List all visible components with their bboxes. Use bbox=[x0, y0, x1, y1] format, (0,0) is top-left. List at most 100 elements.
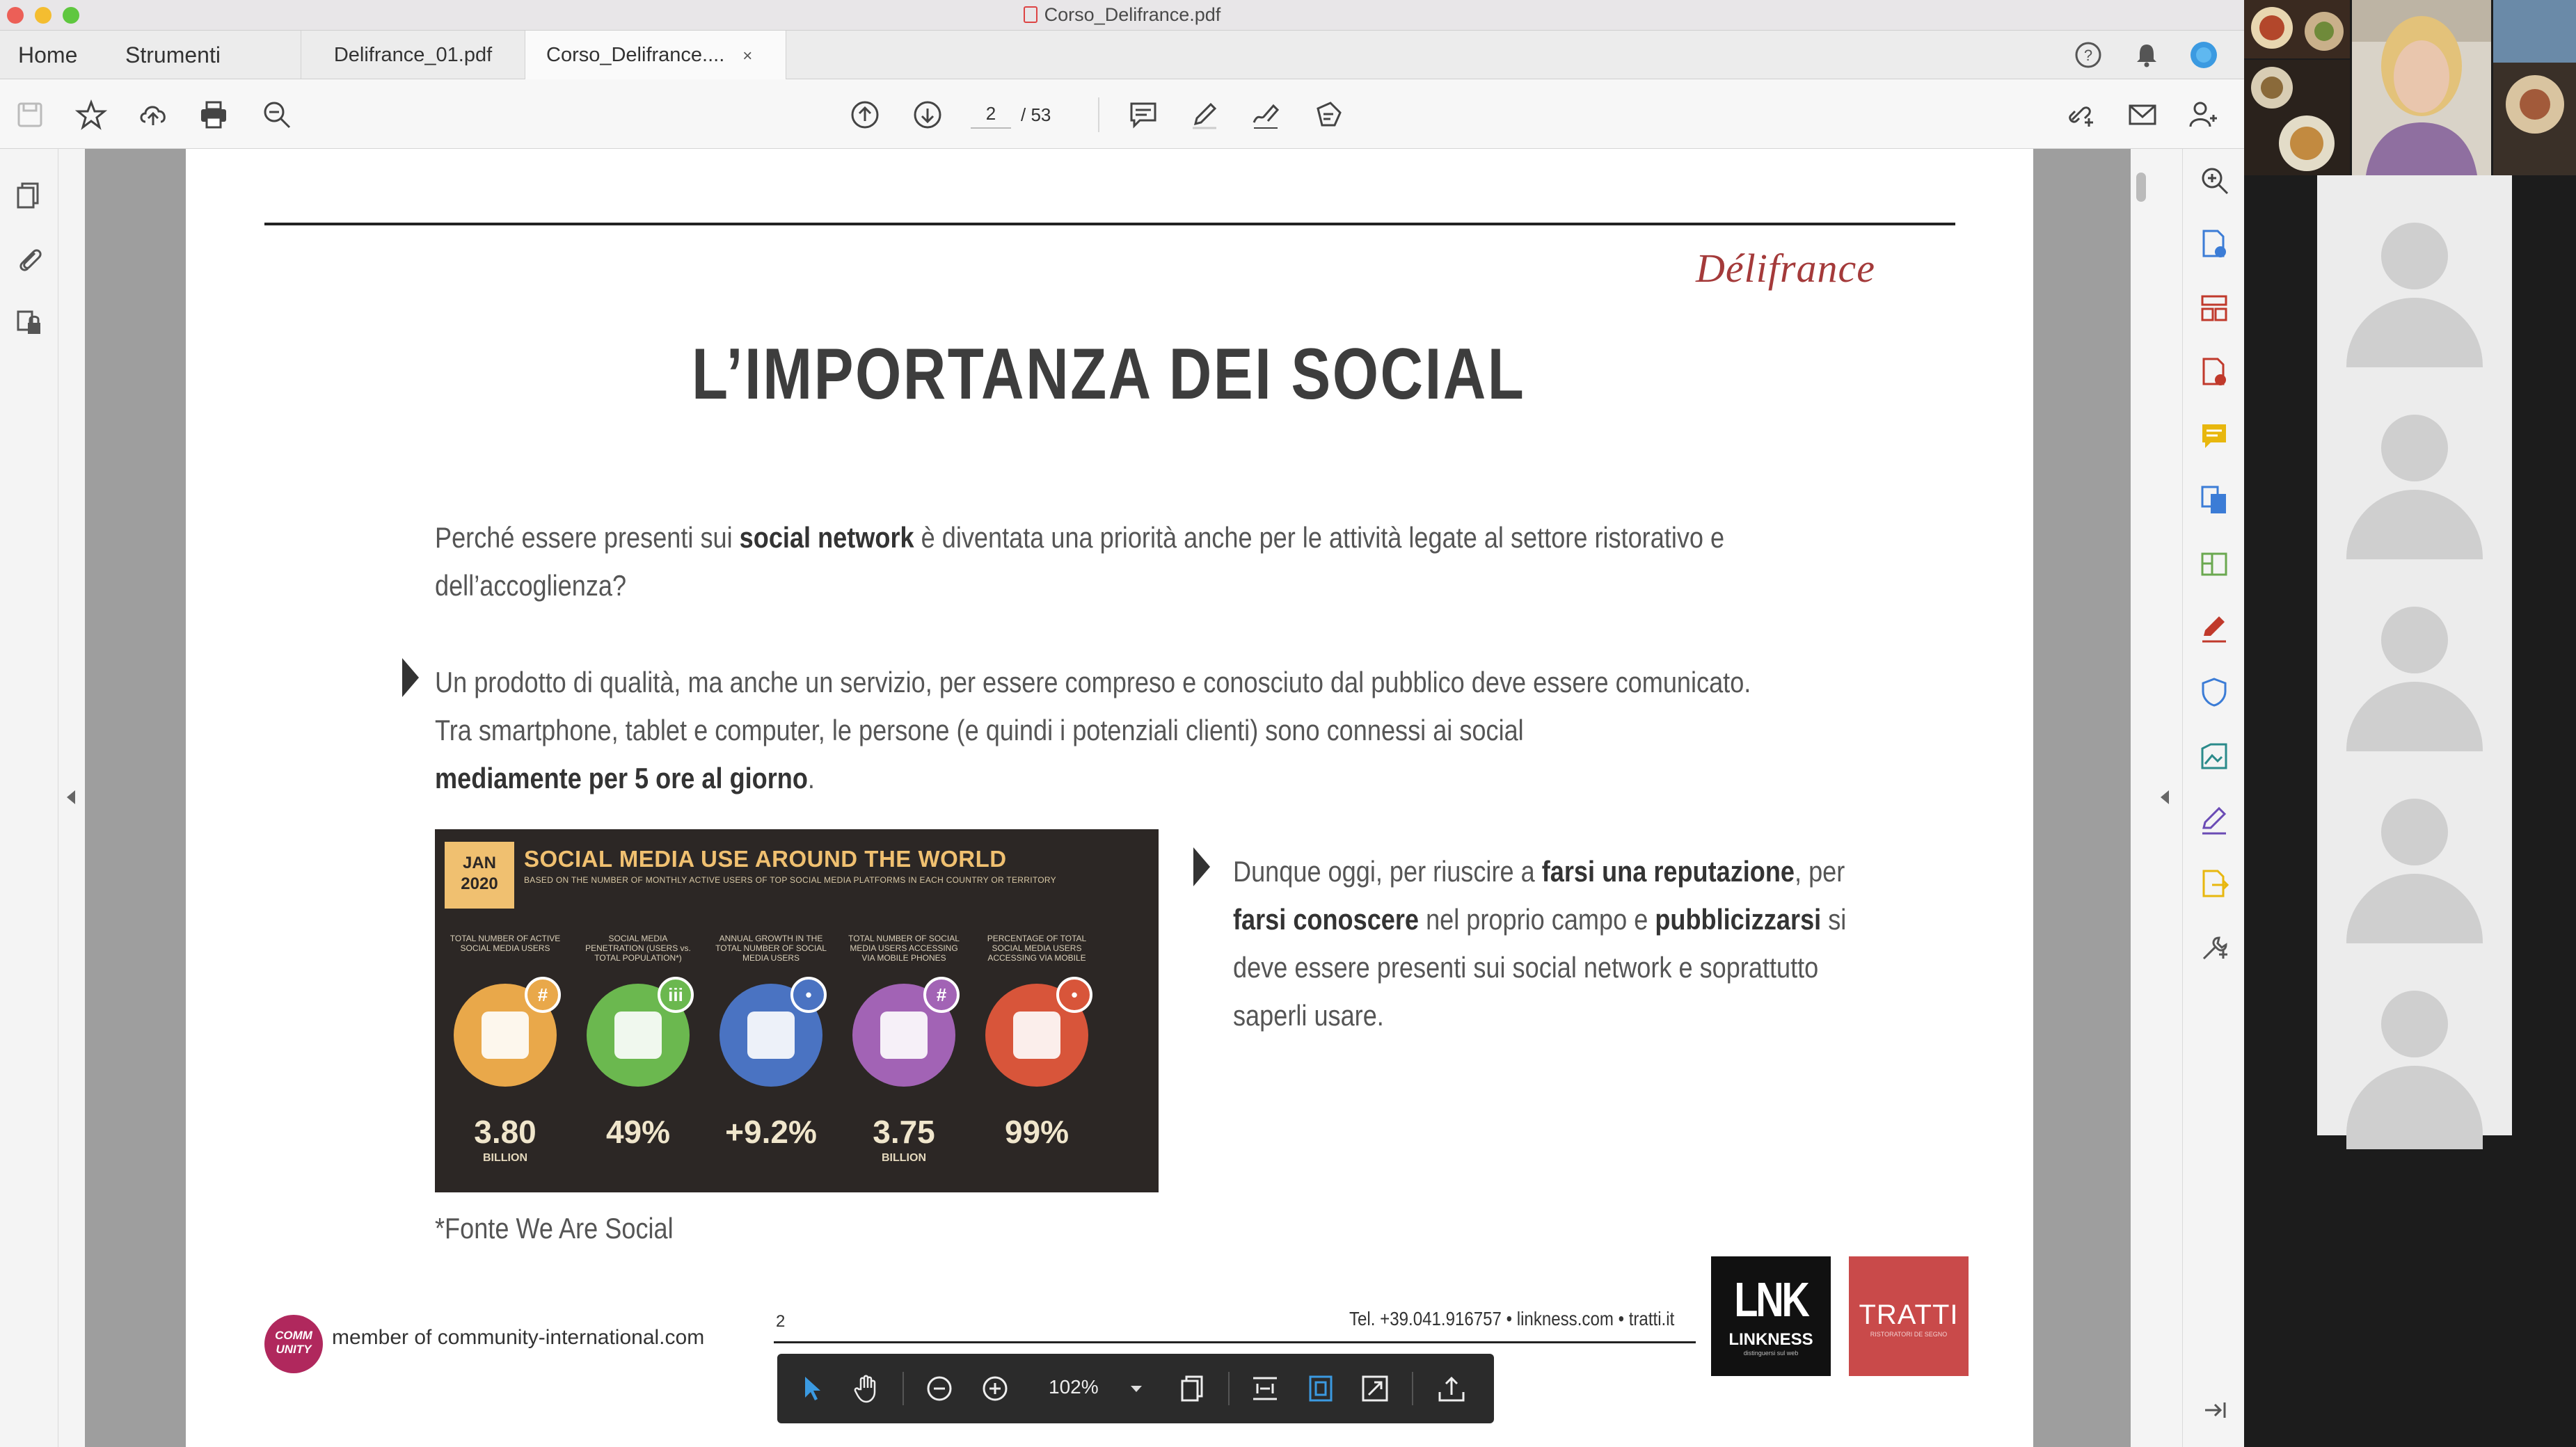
toolbar-divider bbox=[1228, 1372, 1230, 1405]
participant-avatar[interactable] bbox=[2317, 559, 2512, 765]
mail-icon[interactable] bbox=[2126, 99, 2158, 131]
social-media-infographic: JAN 2020 SOCIAL MEDIA USE AROUND THE WOR… bbox=[435, 829, 1159, 1192]
edit-image-icon[interactable] bbox=[2198, 740, 2230, 772]
tratti-logo: TRATTI RISTORATORI DE SEGNO bbox=[1849, 1256, 1969, 1376]
signature-icon[interactable] bbox=[2198, 804, 2230, 836]
scrollbar-thumb[interactable] bbox=[2136, 173, 2146, 202]
metric-label: TOTAL NUMBER OF ACTIVE SOCIAL MEDIA USER… bbox=[450, 934, 561, 953]
pages-icon[interactable] bbox=[14, 179, 45, 210]
star-icon[interactable] bbox=[75, 99, 107, 131]
metric-label: PERCENTAGE OF TOTAL SOCIAL MEDIA USERS A… bbox=[987, 934, 1087, 963]
protect-icon[interactable] bbox=[2198, 676, 2230, 708]
tab-document-active[interactable]: Corso_Delifrance.... × bbox=[525, 31, 786, 79]
add-user-icon[interactable] bbox=[2188, 99, 2220, 131]
participant-video[interactable] bbox=[2493, 0, 2576, 175]
zoom-in-circle-icon[interactable] bbox=[979, 1373, 1011, 1405]
right-tools-rail bbox=[2182, 149, 2244, 1447]
participant-avatar[interactable] bbox=[2317, 367, 2512, 573]
avatar-head-icon bbox=[2381, 415, 2448, 481]
zoom-out-icon[interactable] bbox=[261, 99, 293, 131]
header-rule bbox=[264, 223, 1955, 225]
avatar-body-icon bbox=[2346, 1066, 2483, 1149]
share-link-icon[interactable] bbox=[2064, 99, 2096, 131]
print-icon[interactable] bbox=[198, 99, 230, 131]
delifrance-logo: Délifrance bbox=[1696, 246, 1876, 291]
organize-icon[interactable] bbox=[2198, 292, 2230, 324]
expand-panel-icon[interactable] bbox=[2198, 1394, 2230, 1426]
page-up-icon[interactable] bbox=[849, 99, 881, 131]
page-view-icon[interactable] bbox=[1177, 1373, 1209, 1405]
account-avatar-icon[interactable] bbox=[2189, 40, 2218, 70]
export-pdf-icon[interactable] bbox=[2198, 228, 2230, 260]
floating-toolbar: 102% bbox=[777, 1354, 1494, 1423]
sign-icon[interactable] bbox=[1250, 99, 1282, 131]
active-speaker-video[interactable] bbox=[2352, 0, 2491, 175]
avatar-head-icon bbox=[2381, 799, 2448, 865]
tab-bar: Home Strumenti Delifrance_01.pdf Corso_D… bbox=[0, 31, 2244, 79]
stamp-icon[interactable] bbox=[1312, 99, 1344, 131]
svg-text:?: ? bbox=[2084, 47, 2092, 64]
participant-avatar[interactable] bbox=[2317, 751, 2512, 957]
participant-avatar[interactable] bbox=[2317, 943, 2512, 1149]
create-pdf-icon[interactable] bbox=[2198, 356, 2230, 388]
lock-pages-icon[interactable] bbox=[14, 307, 45, 338]
full-screen-icon[interactable] bbox=[1359, 1373, 1391, 1405]
comment-note-icon[interactable] bbox=[2198, 420, 2230, 452]
community-text: member of community-international.com bbox=[332, 1326, 705, 1349]
infographic-metric: ANNUAL GROWTH IN THE TOTAL NUMBER OF SOC… bbox=[712, 934, 830, 1152]
participant-avatar[interactable] bbox=[2317, 175, 2512, 381]
pen-icon[interactable] bbox=[1188, 99, 1221, 131]
participant-video[interactable] bbox=[2244, 60, 2350, 175]
bell-icon[interactable] bbox=[2132, 40, 2161, 70]
metric-value: +9.2% bbox=[725, 1114, 817, 1150]
combine-icon[interactable] bbox=[2198, 484, 2230, 516]
page-down-icon[interactable] bbox=[912, 99, 944, 131]
close-tab-icon[interactable]: × bbox=[742, 47, 752, 65]
main-toolbar: 2 / 53 bbox=[0, 79, 2244, 149]
attachment-icon[interactable] bbox=[14, 243, 45, 274]
page-navigator: 2 / 53 bbox=[971, 97, 1079, 131]
comment-icon[interactable] bbox=[1127, 99, 1159, 131]
collapse-left-panel-icon[interactable] bbox=[67, 790, 75, 804]
zoom-level[interactable]: 102% bbox=[1049, 1376, 1099, 1398]
linkness-logo: LNK LINKNESS distinguersi sul web bbox=[1711, 1256, 1831, 1376]
metric-label: TOTAL NUMBER OF SOCIAL MEDIA USERS ACCES… bbox=[848, 934, 960, 963]
fit-page-icon[interactable] bbox=[1305, 1373, 1337, 1405]
tab-document[interactable]: Delifrance_01.pdf bbox=[301, 31, 525, 79]
vertical-scrollbar[interactable] bbox=[2131, 149, 2150, 1447]
metric-badge-icon: • bbox=[1056, 977, 1092, 1013]
metric-circle-icon: • bbox=[985, 977, 1092, 1087]
compress-icon[interactable] bbox=[2198, 548, 2230, 580]
chat-bubble-icon bbox=[482, 1012, 529, 1059]
hand-tool-icon[interactable] bbox=[851, 1373, 883, 1405]
source-note: *Fonte We Are Social bbox=[435, 1212, 674, 1245]
avatar-head-icon bbox=[2381, 223, 2448, 289]
page-number-input[interactable]: 2 bbox=[971, 103, 1011, 129]
food-video-thumbnail-icon bbox=[2493, 0, 2576, 175]
tab-home[interactable]: Home bbox=[18, 31, 77, 79]
send-icon[interactable] bbox=[2198, 868, 2230, 900]
participant-video[interactable] bbox=[2244, 0, 2350, 58]
upload-icon[interactable] bbox=[137, 99, 169, 131]
metric-badge-icon: # bbox=[923, 977, 960, 1013]
tools-icon[interactable] bbox=[2198, 932, 2230, 964]
save-icon[interactable] bbox=[14, 99, 46, 131]
intro-paragraph: Perché essere presenti sui social networ… bbox=[435, 521, 1725, 602]
collapse-right-panel-icon[interactable] bbox=[2161, 790, 2169, 804]
zoom-out-circle-icon[interactable] bbox=[923, 1373, 955, 1405]
search-zoom-icon[interactable] bbox=[2198, 164, 2230, 196]
select-pointer-icon[interactable] bbox=[795, 1373, 827, 1405]
bullet-arrow-icon bbox=[402, 658, 419, 697]
acrobat-window: Corso_Delifrance.pdf Home Strumenti Deli… bbox=[0, 0, 2244, 1447]
zoom-dropdown-icon[interactable] bbox=[1131, 1386, 1142, 1392]
tab-tools[interactable]: Strumenti bbox=[125, 31, 221, 79]
toolbar-divider bbox=[903, 1372, 904, 1405]
infographic-metric: SOCIAL MEDIA PENETRATION (USERS vs. TOTA… bbox=[579, 934, 697, 1152]
help-icon[interactable]: ? bbox=[2074, 40, 2103, 70]
title-bar: Corso_Delifrance.pdf bbox=[0, 0, 2244, 31]
fill-sign-icon[interactable] bbox=[2198, 612, 2230, 644]
footer-page-number: 2 bbox=[776, 1312, 786, 1331]
speaker-video-icon bbox=[2352, 0, 2491, 175]
fit-width-icon[interactable] bbox=[1249, 1373, 1281, 1405]
export-tray-icon[interactable] bbox=[1436, 1373, 1468, 1405]
